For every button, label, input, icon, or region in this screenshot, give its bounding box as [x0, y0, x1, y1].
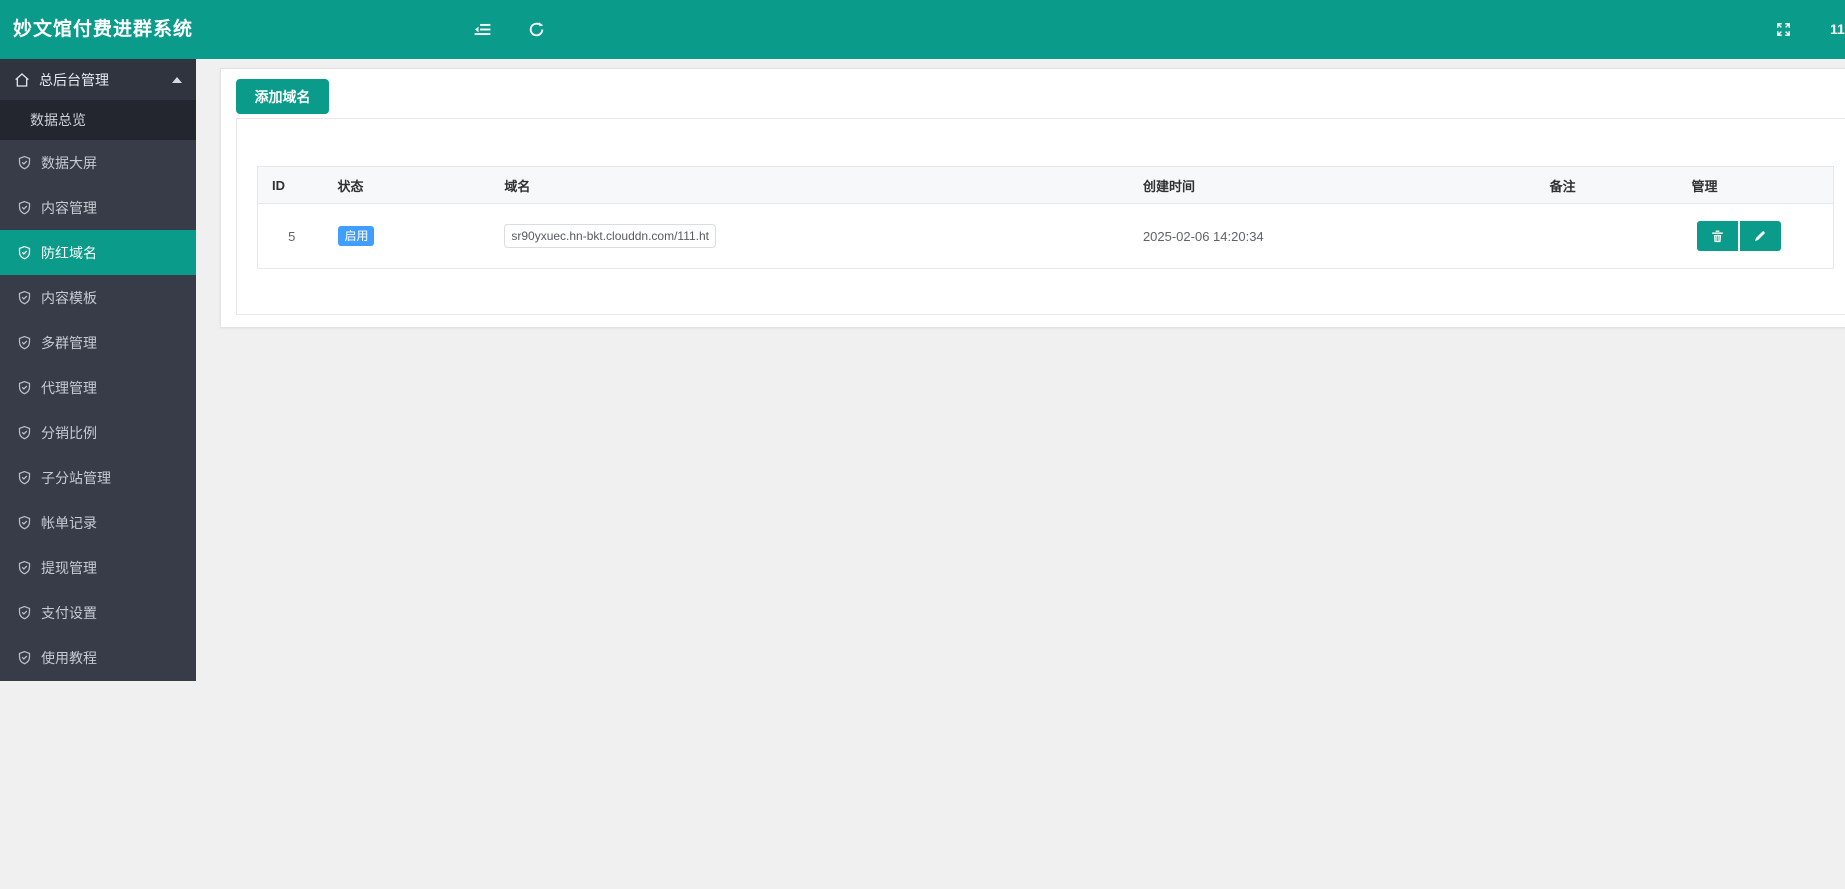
- app-title: 妙文馆付费进群系统: [13, 19, 194, 40]
- sidebar-item-label: 提现管理: [41, 559, 97, 576]
- home-icon: [14, 72, 30, 88]
- menu-fold-icon[interactable]: [468, 0, 496, 59]
- sidebar-item-label: 数据大屏: [41, 154, 97, 171]
- column-header-id: ID: [257, 166, 326, 204]
- sidebar-item-label: 多群管理: [41, 334, 97, 351]
- sidebar-item-tutorial[interactable]: 使用教程: [0, 635, 196, 680]
- sidebar-item-content-template[interactable]: 内容模板: [0, 275, 196, 320]
- shield-check-icon: [17, 560, 32, 575]
- cell-created-at: 2025-02-06 14:20:34: [1142, 228, 1264, 244]
- sidebar-item-data-overview[interactable]: 数据总览: [0, 100, 196, 140]
- shield-check-icon: [17, 650, 32, 665]
- domain-input[interactable]: [504, 224, 717, 248]
- header-right-text[interactable]: 11: [1830, 0, 1845, 59]
- sidebar-item-label: 支付设置: [41, 604, 97, 621]
- cell-remark: [1538, 204, 1680, 269]
- shield-check-icon: [17, 245, 32, 260]
- cell-domain: [492, 204, 1131, 269]
- shield-check-icon: [17, 515, 32, 530]
- shield-check-icon: [17, 470, 32, 485]
- column-header-remark: 备注: [1537, 166, 1680, 204]
- sidebar-item-label: 数据总览: [30, 112, 86, 128]
- column-header-status: 状态: [325, 166, 493, 204]
- sidebar-item-label: 内容管理: [41, 199, 97, 216]
- shield-check-icon: [17, 335, 32, 350]
- add-domain-button[interactable]: 添加域名: [236, 79, 329, 114]
- column-header-created-at: 创建时间: [1130, 166, 1538, 204]
- sidebar-item-payment-settings[interactable]: 支付设置: [0, 590, 196, 635]
- shield-check-icon: [17, 605, 32, 620]
- refresh-icon[interactable]: [524, 0, 548, 59]
- shield-check-icon: [17, 425, 32, 440]
- sidebar-item-withdraw-manage[interactable]: 提现管理: [0, 545, 196, 590]
- sidebar-item-substation-manage[interactable]: 子分站管理: [0, 455, 196, 500]
- shield-check-icon: [17, 155, 32, 170]
- sidebar-item-multi-group[interactable]: 多群管理: [0, 320, 196, 365]
- sidebar-item-content-manage[interactable]: 内容管理: [0, 185, 196, 230]
- sidebar-item-admin-root[interactable]: 总后台管理: [0, 59, 196, 100]
- shield-check-icon: [17, 200, 32, 215]
- domain-table-card: ID 状态 域名 创建时间 备注 管理 5 启用 2025: [236, 118, 1845, 315]
- cell-manage: [1680, 204, 1834, 269]
- sidebar-item-label: 内容模板: [41, 289, 97, 306]
- domain-table: ID 状态 域名 创建时间 备注 管理 5 启用 2025: [257, 166, 1834, 269]
- column-header-manage: 管理: [1679, 166, 1834, 204]
- row-action-group: [1696, 221, 1822, 251]
- delete-button[interactable]: [1696, 221, 1738, 251]
- fullscreen-icon-glyph: [1776, 23, 1790, 36]
- sidebar-item-label: 子分站管理: [41, 469, 111, 486]
- table-row: 5 启用 2025-02-06 14:20:34: [258, 204, 1834, 269]
- sidebar-menu: 总后台管理 数据总览 数据大屏 内容管理 防红域名 内容模板 多群管理 代理管理…: [0, 59, 196, 681]
- sidebar-item-bill-record[interactable]: 帐单记录: [0, 500, 196, 545]
- menu-fold-icon-glyph: [474, 23, 490, 36]
- cell-id: 5: [288, 228, 296, 244]
- sidebar-item-label: 总后台管理: [39, 71, 109, 88]
- sidebar-item-distribution-ratio[interactable]: 分销比例: [0, 410, 196, 455]
- top-header-bar: 妙文馆付费进群系统 11: [0, 0, 1845, 59]
- trash-icon: [1711, 230, 1723, 243]
- sidebar-item-data-screen[interactable]: 数据大屏: [0, 140, 196, 185]
- sidebar-item-label: 帐单记录: [41, 514, 97, 531]
- cell-status: 启用: [325, 204, 492, 269]
- sidebar-item-label: 分销比例: [41, 424, 97, 441]
- table-header-row: ID 状态 域名 创建时间 备注 管理: [257, 166, 1834, 204]
- pencil-icon: [1755, 231, 1765, 241]
- status-badge: 启用: [338, 226, 375, 246]
- edit-button[interactable]: [1739, 221, 1781, 251]
- content-panel: 添加域名 ID 状态 域名 创建时间 备注 管理 5 启用 sr90yxuec.…: [220, 68, 1845, 328]
- refresh-icon-glyph: [529, 22, 543, 37]
- sidebar-item-label: 使用教程: [41, 649, 97, 666]
- fullscreen-icon[interactable]: [1770, 0, 1796, 59]
- sidebar-item-antired-domain[interactable]: 防红域名: [0, 230, 196, 275]
- shield-check-icon: [17, 290, 32, 305]
- shield-check-icon: [17, 380, 32, 395]
- column-header-domain: 域名: [492, 166, 1131, 204]
- chevron-up-icon: [172, 76, 182, 83]
- sidebar-item-agent-manage[interactable]: 代理管理: [0, 365, 196, 410]
- sidebar-item-label: 代理管理: [41, 379, 97, 396]
- sidebar-item-label: 防红域名: [41, 244, 97, 261]
